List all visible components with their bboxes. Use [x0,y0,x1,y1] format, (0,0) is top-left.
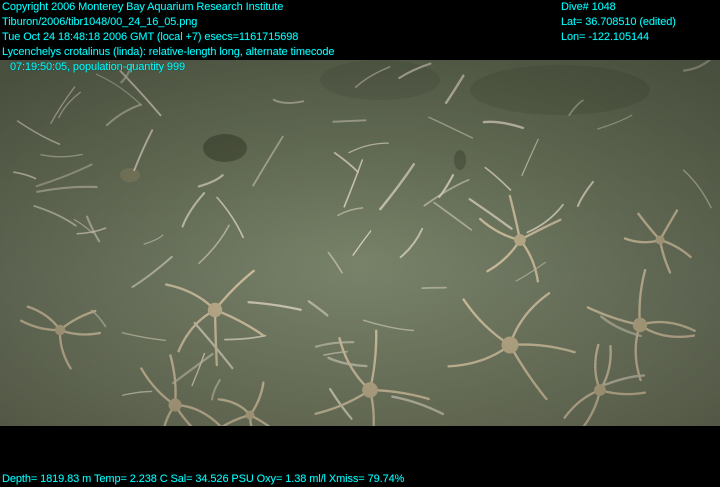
sensor-readout: Depth= 1819.83 m Temp= 2.238 C Sal= 34.5… [2,473,405,485]
video-frame: Copyright 2006 Monterey Bay Aquarium Res… [0,0,720,486]
copyright-text: Copyright 2006 Monterey Bay Aquarium Res… [2,1,284,13]
annotation-text-1: Lycenchelys crotalinus (linda): relative… [2,46,335,58]
annotation-text-2: 07:19:50:05, population-quantity 999 [10,61,185,73]
longitude-text: Lon= -122.105144 [561,31,650,43]
overlay-top-left: Copyright 2006 Monterey Bay Aquarium Res… [2,0,334,75]
dive-number-text: Dive# 1048 [561,1,616,13]
file-path-text: Tiburon/2006/tibr1048/00_24_16_05.png [2,16,198,28]
latitude-text: Lat= 36.708510 (edited) [561,16,676,28]
seafloor-illustration [0,60,720,426]
seafloor-image [0,60,720,426]
overlay-top-right: Dive# 1048 Lat= 36.708510 (edited) Lon= … [561,0,676,45]
datetime-text: Tue Oct 24 18:48:18 2006 GMT (local +7) … [2,31,299,43]
